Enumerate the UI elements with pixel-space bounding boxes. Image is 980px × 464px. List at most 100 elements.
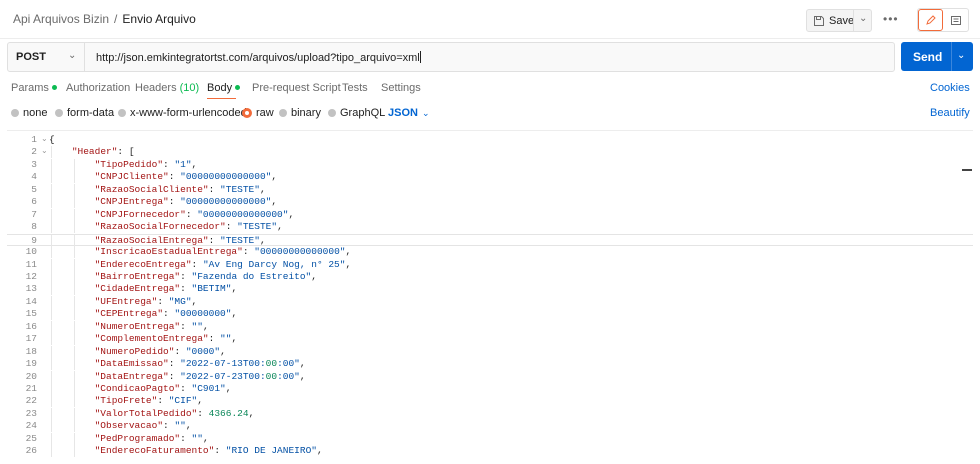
editor-line: 15 "CEPEntrega": "00000000", [7,308,973,321]
line-number: 5 [31,183,37,195]
code-text: "RazaoSocialCliente": "TESTE", [94,183,266,195]
chevron-down-icon: ⌄ [421,108,430,118]
beautify-link[interactable]: Beautify [930,107,970,119]
radio-icon [55,109,63,117]
radio-icon [328,109,336,117]
save-label: Save [829,14,855,27]
editor-line: 2 ⌄ "Header": [ [7,146,973,159]
code-text: "NumeroEntrega": "", [94,320,209,332]
breadcrumb-collection[interactable]: Api Arquivos Bizin [13,12,109,26]
editor-line: 10 "InscricaoEstadualEntrega": "00000000… [7,246,973,259]
line-number: 17 [25,333,37,345]
code-text: "Header": [ [71,146,135,158]
editor-line: 12 "BairroEntrega": "Fazenda do Estreito… [7,270,973,283]
send-button[interactable]: Send ⌄ [901,42,973,71]
breadcrumb-request-name[interactable]: Envio Arquivo [122,12,195,26]
tab-prerequest-label: Pre-request Script [252,82,341,94]
tab-authorization-label: Authorization [66,82,131,94]
tab-tests-label: Tests [342,82,368,94]
editor-line: 26 "EnderecoFaturamento": "RIO DE JANEIR… [7,445,973,458]
code-text: "CidadeEntrega": "BETIM", [94,283,238,295]
editor-line: 22 "TipoFrete": "CIF", [7,395,973,408]
headers-count: (10) [179,82,200,94]
line-number: 18 [25,345,37,357]
edit-mode-button[interactable] [918,9,943,31]
code-text: "CNPJCliente": "00000000000000", [94,171,278,183]
fold-chevron-icon[interactable]: ⌄ [41,134,48,146]
url-input[interactable]: http://json.emkintegratortst.com/arquivo… [96,51,421,64]
save-button[interactable]: Save ⌄ [806,9,872,32]
code-text: "BairroEntrega": "Fazenda do Estreito", [94,270,317,282]
body-option-binary[interactable]: binary [279,107,321,119]
tab-headers[interactable]: Headers (10) [135,82,199,94]
body-option-form-data[interactable]: form-data [55,107,114,119]
line-number: 10 [25,246,37,258]
scrollbar-thumb[interactable] [962,169,972,171]
line-number: 22 [25,395,37,407]
text-cursor [419,51,421,63]
format-select[interactable]: JSON ⌄ [388,107,430,119]
code-text: "UFEntrega": "MG", [94,295,198,307]
option-label: binary [291,107,321,119]
body-option-urlencoded[interactable]: x-www-form-urlencoded [118,107,247,119]
code-text: "TipoPedido": "1", [94,158,198,170]
status-dot-icon [235,85,241,90]
send-label: Send [913,50,943,64]
radio-icon [11,109,19,117]
code-editor[interactable]: 1 ⌄{2 ⌄ "Header": [3 "TipoPedido": "1", 4 "… [7,130,973,464]
code-text: "NumeroPedido": "0000", [94,345,226,357]
body-option-graphql[interactable]: GraphQL [328,107,385,119]
option-label: raw [256,107,274,119]
option-label: x-www-form-urlencoded [130,107,247,119]
tab-prerequest-script[interactable]: Pre-request Script [252,82,341,94]
method-label: POST [16,51,46,63]
tab-params[interactable]: Params [11,82,57,94]
line-number: 2 [31,146,37,158]
tab-settings[interactable]: Settings [381,82,421,94]
line-number: 4 [31,171,37,183]
body-option-raw[interactable]: raw [242,107,274,119]
editor-line: 4 "CNPJCliente": "00000000000000", [7,171,973,184]
line-number: 13 [25,283,37,295]
chevron-down-icon[interactable]: ⌄ [859,13,867,24]
editor-line: 6 "CNPJEntrega": "00000000000000", [7,196,973,209]
option-label: GraphQL [340,107,386,119]
comments-button[interactable] [943,9,968,31]
editor-line: 24 "Observacao": "", [7,420,973,433]
cookies-link[interactable]: Cookies [930,82,970,94]
tab-body[interactable]: Body [207,82,241,94]
breadcrumb-separator: / [114,12,118,26]
save-divider [853,10,854,31]
editor-line: 8 "RazaoSocialFornecedor": "TESTE", [7,221,973,234]
line-number: 11 [25,258,37,270]
comment-icon [950,15,961,25]
more-actions-button[interactable]: ••• [883,12,899,26]
body-option-none[interactable]: none [11,107,47,119]
editor-line: 5 "RazaoSocialCliente": "TESTE", [7,183,973,196]
editor-line: 21 "CondicaoPagto": "C901", [7,383,973,395]
code-text: "RazaoSocialEntrega": "TESTE", [94,234,266,246]
line-number: 24 [25,420,37,432]
editor-line: 11 "EnderecoEntrega": "Av Eng Darcy Nog,… [7,258,973,271]
body-type-options: none form-data x-www-form-urlencoded raw… [0,105,980,121]
editor-line: 1 ⌄{ [7,134,973,146]
line-number: 14 [25,295,37,307]
editor-line: 3 "TipoPedido": "1", [7,158,973,171]
method-select[interactable]: POST ⌄ [8,43,85,71]
line-number: 21 [25,383,37,394]
radio-selected-icon [242,108,252,118]
view-toggle [917,8,969,32]
active-tab-indicator [207,98,236,99]
code-text: "InscricaoEstadualEntrega": "00000000000… [94,246,352,258]
url-bar: POST ⌄ http://json.emkintegratortst.com/… [7,42,895,72]
tab-tests[interactable]: Tests [342,82,368,94]
line-number: 26 [25,445,37,457]
tab-authorization[interactable]: Authorization [66,82,130,94]
fold-chevron-icon[interactable]: ⌄ [41,146,48,158]
breadcrumb: Api Arquivos Bizin / Envio Arquivo [13,12,196,26]
code-text: "CNPJFornecedor": "00000000000000", [94,208,295,220]
line-number: 15 [25,308,37,320]
chevron-down-icon[interactable]: ⌄ [957,50,965,61]
editor-line: 13 "CidadeEntrega": "BETIM", [7,283,973,296]
code-text: "EnderecoEntrega": "Av Eng Darcy Nog, n°… [94,258,352,270]
